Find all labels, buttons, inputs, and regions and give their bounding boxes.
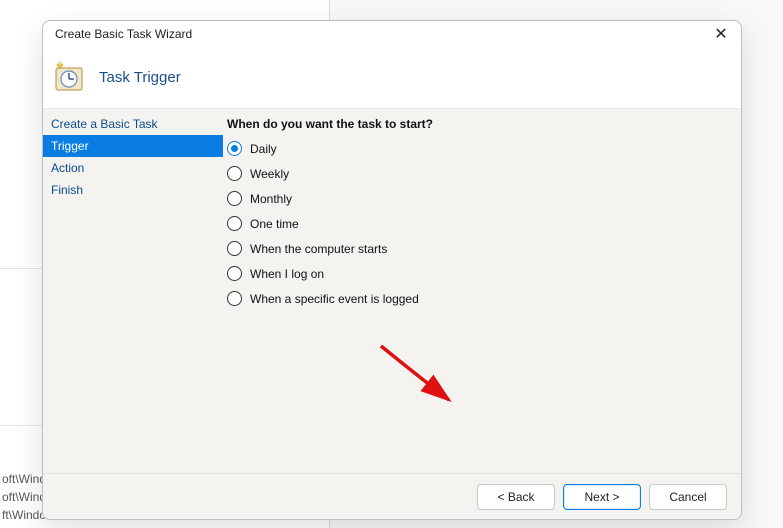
nav-step-action[interactable]: Action [43,157,223,179]
nav-step-create-a-basic-task[interactable]: Create a Basic Task [43,113,223,135]
trigger-option-when-the-computer-starts[interactable]: When the computer starts [227,241,729,256]
nav-step-finish[interactable]: Finish [43,179,223,201]
radio-icon[interactable] [227,191,242,206]
wizard-header: Task Trigger [43,47,741,109]
wizard-step-title: Task Trigger [99,69,181,86]
wizard-content: When do you want the task to start? Dail… [223,109,741,473]
close-icon[interactable]: ✕ [711,24,731,44]
option-label: When a specific event is logged [250,292,419,306]
trigger-option-monthly[interactable]: Monthly [227,191,729,206]
wizard-nav: Create a Basic TaskTriggerActionFinish [43,109,223,473]
dialog-title: Create Basic Task Wizard [55,27,192,41]
next-button[interactable]: Next > [563,484,641,510]
trigger-option-when-i-log-on[interactable]: When I log on [227,266,729,281]
radio-icon[interactable] [227,291,242,306]
radio-icon[interactable] [227,216,242,231]
divider [0,425,45,426]
cancel-button[interactable]: Cancel [649,484,727,510]
radio-icon[interactable] [227,241,242,256]
trigger-option-daily[interactable]: Daily [227,141,729,156]
title-bar: Create Basic Task Wizard ✕ [43,21,741,47]
option-label: When I log on [250,267,324,281]
radio-icon[interactable] [227,141,242,156]
radio-icon[interactable] [227,166,242,181]
annotation-arrow-icon [373,342,463,412]
wizard-footer: < Back Next > Cancel [43,473,741,519]
back-button[interactable]: < Back [477,484,555,510]
option-label: Daily [250,142,277,156]
trigger-option-when-a-specific-event-is-logged[interactable]: When a specific event is logged [227,291,729,306]
trigger-prompt: When do you want the task to start? [227,117,729,131]
option-label: One time [250,217,299,231]
option-label: Monthly [250,192,292,206]
trigger-option-weekly[interactable]: Weekly [227,166,729,181]
option-label: Weekly [250,167,289,181]
nav-step-trigger[interactable]: Trigger [43,135,223,157]
radio-icon[interactable] [227,266,242,281]
clock-task-icon [53,62,85,94]
wizard-body: Create a Basic TaskTriggerActionFinish W… [43,109,741,473]
trigger-options: Daily Weekly Monthly One time When the compu… [227,141,729,306]
wizard-dialog: Create Basic Task Wizard ✕ Task Trigger … [42,20,742,520]
option-label: When the computer starts [250,242,387,256]
trigger-option-one-time[interactable]: One time [227,216,729,231]
